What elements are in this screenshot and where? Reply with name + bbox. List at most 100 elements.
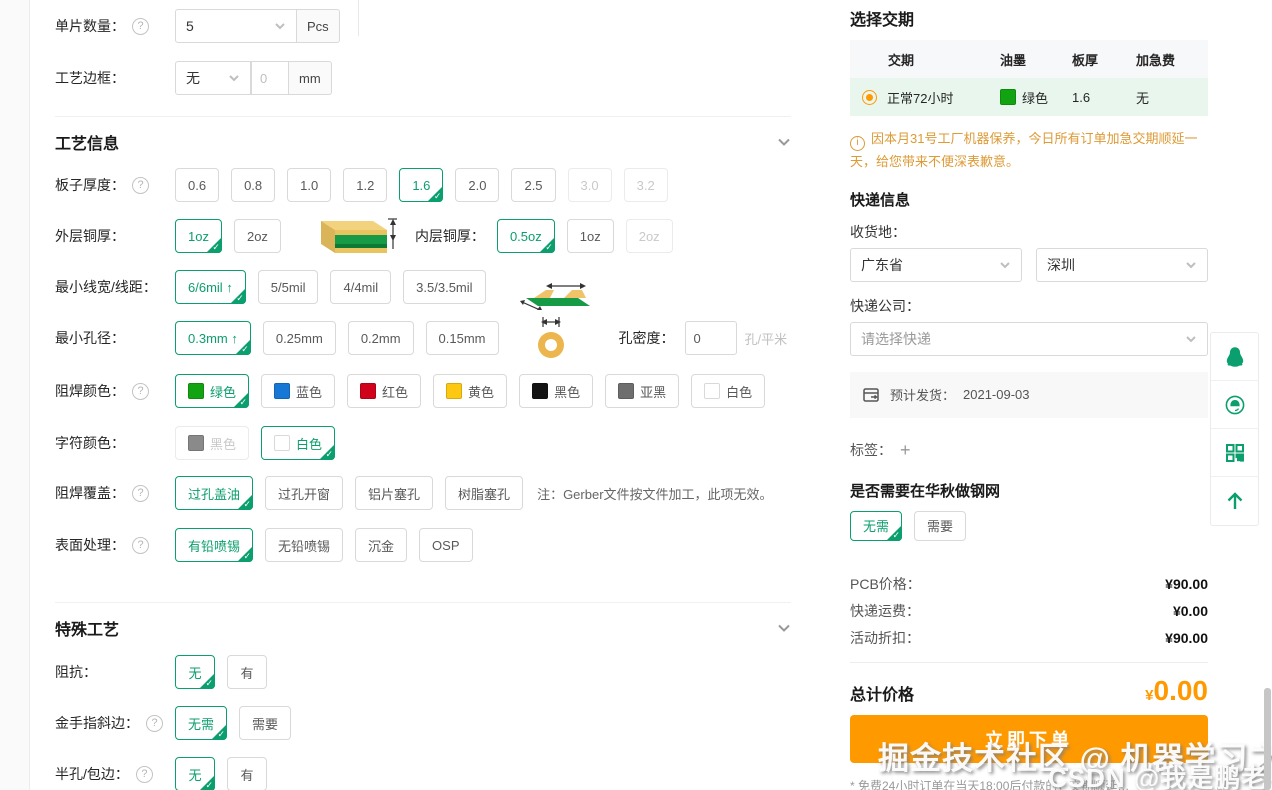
mask-cover-label: 阻焊覆盖：	[55, 483, 125, 503]
chevron-down-icon	[274, 20, 286, 32]
inner-copper-option-selected[interactable]: 0.5oz	[497, 219, 555, 253]
help-icon[interactable]	[132, 177, 149, 194]
scrollbar-thumb[interactable]	[1264, 688, 1271, 790]
mask-cover-option[interactable]: 铝片塞孔	[355, 476, 433, 510]
min-hole-option[interactable]: 0.2mm	[348, 321, 414, 355]
mask-cover-option[interactable]: 过孔开窗	[265, 476, 343, 510]
impedance-option[interactable]: 有	[227, 655, 267, 689]
province-select[interactable]: 广东省	[850, 248, 1022, 282]
help-icon[interactable]	[146, 715, 163, 732]
delivery-time-cell: 正常72小时	[850, 88, 1000, 107]
mask-color-options: 绿色 蓝色 红色 黄色 黑色	[175, 374, 765, 408]
outer-copper-option[interactable]: 2oz	[234, 219, 281, 253]
express-title: 快递信息	[850, 189, 1208, 210]
outer-copper-option-selected[interactable]: 1oz	[175, 219, 222, 253]
mask-color-row: 阻焊颜色： 绿色 蓝色 红色 黄色	[55, 373, 791, 409]
shipping-fee-label: 快递运费：	[850, 601, 920, 621]
qq-contact-button[interactable]	[1211, 333, 1258, 381]
quantity-select[interactable]: 5	[175, 9, 297, 43]
back-to-top-button[interactable]	[1211, 477, 1258, 525]
stencil-option-selected[interactable]: 无需	[850, 511, 902, 541]
frame-width-input[interactable]	[251, 61, 289, 95]
surface-option[interactable]: 沉金	[355, 528, 407, 562]
fine-print: * 免费24小时订单在当天18:00后付款的，交期顺延…	[850, 777, 1208, 790]
min-hole-option[interactable]: 0.25mm	[263, 321, 336, 355]
place-order-button[interactable]: 立即下单	[850, 715, 1208, 763]
min-hole-option-selected[interactable]: 0.3mm ↑	[175, 321, 251, 355]
help-icon[interactable]	[136, 766, 153, 783]
min-hole-label: 最小孔径：	[55, 328, 125, 348]
city-select[interactable]: 深圳	[1036, 248, 1208, 282]
add-tag-button[interactable]: +	[900, 441, 911, 459]
thickness-options: 0.6 0.8 1.0 1.2 1.6 2.0 2.5 3.0 3.2	[175, 168, 668, 202]
color-swatch	[704, 383, 720, 399]
impedance-option-selected[interactable]: 无	[175, 655, 215, 689]
thickness-option[interactable]: 2.5	[511, 168, 555, 202]
customer-service-button[interactable]	[1211, 381, 1258, 429]
gold-finger-label: 金手指斜边：	[55, 713, 139, 733]
mask-cover-option-selected[interactable]: 过孔盖油	[175, 476, 253, 510]
qr-code-button[interactable]	[1211, 429, 1258, 477]
gold-finger-option-selected[interactable]: 无需	[175, 706, 227, 740]
half-hole-option-selected[interactable]: 无	[175, 757, 215, 790]
total-row: 总计价格 ¥0.00	[850, 675, 1208, 707]
thickness-option-selected[interactable]: 1.6	[399, 168, 443, 202]
mask-color-label-group: 阻焊颜色：	[55, 381, 175, 401]
half-hole-row: 半孔/包边： 无 有	[55, 756, 791, 790]
min-trace-row: 最小线宽/线距： 6/6mil ↑ 5/5mil 4/4mil 3.5/3.5m…	[55, 269, 791, 305]
min-trace-option[interactable]: 5/5mil	[258, 270, 319, 304]
thickness-option[interactable]: 2.0	[455, 168, 499, 202]
silk-color-option-selected[interactable]: 白色	[261, 426, 335, 460]
gold-finger-option[interactable]: 需要	[239, 706, 291, 740]
help-icon[interactable]	[132, 383, 149, 400]
thickness-option[interactable]: 0.8	[231, 168, 275, 202]
half-hole-label-group: 半孔/包边：	[55, 764, 175, 784]
inner-copper-option[interactable]: 1oz	[567, 219, 614, 253]
help-icon[interactable]	[132, 18, 149, 35]
special-process-header[interactable]: 特殊工艺	[55, 617, 791, 639]
mask-color-option[interactable]: 白色	[691, 374, 765, 408]
mask-color-option[interactable]: 红色	[347, 374, 421, 408]
pcb-stack-icon	[307, 215, 397, 257]
mask-color-option-label: 白色	[726, 382, 752, 401]
hole-density-input[interactable]	[685, 321, 737, 355]
delivery-ink: 绿色	[1022, 88, 1048, 107]
mask-color-option[interactable]: 蓝色	[261, 374, 335, 408]
delivery-radio[interactable]	[862, 90, 877, 105]
mask-color-option[interactable]: 黑色	[519, 374, 593, 408]
hole-density-unit: 孔/平米	[745, 329, 788, 348]
color-swatch	[274, 435, 290, 451]
help-icon[interactable]	[132, 537, 149, 554]
thickness-option[interactable]: 1.0	[287, 168, 331, 202]
thickness-option[interactable]: 0.6	[175, 168, 219, 202]
min-trace-option[interactable]: 3.5/3.5mil	[403, 270, 485, 304]
tag-label: 标签：	[850, 440, 892, 460]
thickness-option[interactable]: 1.2	[343, 168, 387, 202]
thickness-option-disabled: 3.2	[624, 168, 668, 202]
mask-color-option[interactable]: 黄色	[433, 374, 507, 408]
mask-cover-option[interactable]: 树脂塞孔	[445, 476, 523, 510]
currency-symbol: ¥	[1145, 687, 1153, 704]
surface-option[interactable]: OSP	[419, 528, 472, 562]
delivery-row-selected[interactable]: 正常72小时 绿色 1.6 无	[850, 78, 1208, 116]
mask-color-option[interactable]: 亚黑	[605, 374, 679, 408]
min-trace-option[interactable]: 4/4mil	[330, 270, 391, 304]
help-icon[interactable]	[132, 485, 149, 502]
chevron-down-icon[interactable]	[777, 135, 791, 149]
total-value: ¥0.00	[1145, 675, 1208, 707]
min-trace-option-selected[interactable]: 6/6mil ↑	[175, 270, 246, 304]
stencil-option[interactable]: 需要	[914, 511, 966, 541]
order-summary-panel: 选择交期 交期 油墨 板厚 加急费 正常72小时 绿色 1.6 无	[850, 0, 1208, 790]
price-row: PCB价格： ¥90.00	[850, 571, 1208, 598]
frame-select[interactable]: 无	[175, 61, 251, 95]
surface-option[interactable]: 无铅喷锡	[265, 528, 343, 562]
factory-notice: 因本月31号工厂机器保养，今日所有订单加急交期顺延一天，给您带来不便深表歉意。	[850, 128, 1208, 173]
mask-color-option-selected[interactable]: 绿色	[175, 374, 249, 408]
min-hole-label-group: 最小孔径：	[55, 328, 175, 348]
chevron-down-icon[interactable]	[777, 621, 791, 635]
courier-select[interactable]: 请选择快递	[850, 322, 1208, 356]
surface-option-selected[interactable]: 有铅喷锡	[175, 528, 253, 562]
min-hole-option[interactable]: 0.15mm	[426, 321, 499, 355]
process-info-header[interactable]: 工艺信息	[55, 131, 791, 153]
half-hole-option[interactable]: 有	[227, 757, 267, 790]
